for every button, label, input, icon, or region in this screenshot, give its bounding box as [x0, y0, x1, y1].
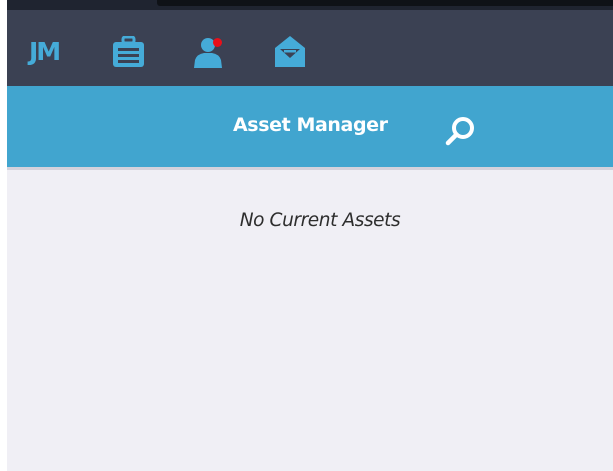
inbox-icon: [275, 36, 305, 67]
page-title: Asset Manager: [233, 114, 388, 136]
user-button[interactable]: [190, 36, 230, 68]
notification-dot: [213, 38, 222, 47]
top-strip: [7, 0, 613, 10]
briefcase-button[interactable]: [109, 36, 149, 68]
icon-toolbar: JM: [7, 10, 613, 86]
search-icon: [445, 117, 474, 146]
app-window: JM Asset Manager No Current Assets: [7, 0, 613, 471]
briefcase-icon: [113, 36, 144, 67]
asset-list: No Current Assets: [7, 170, 613, 471]
inbox-button[interactable]: [270, 36, 310, 68]
search-button[interactable]: [442, 113, 478, 149]
empty-state-message: No Current Assets: [239, 210, 401, 231]
user-icon: [194, 38, 222, 68]
title-bar: Asset Manager: [7, 86, 613, 167]
app-logo[interactable]: JM: [29, 36, 61, 68]
